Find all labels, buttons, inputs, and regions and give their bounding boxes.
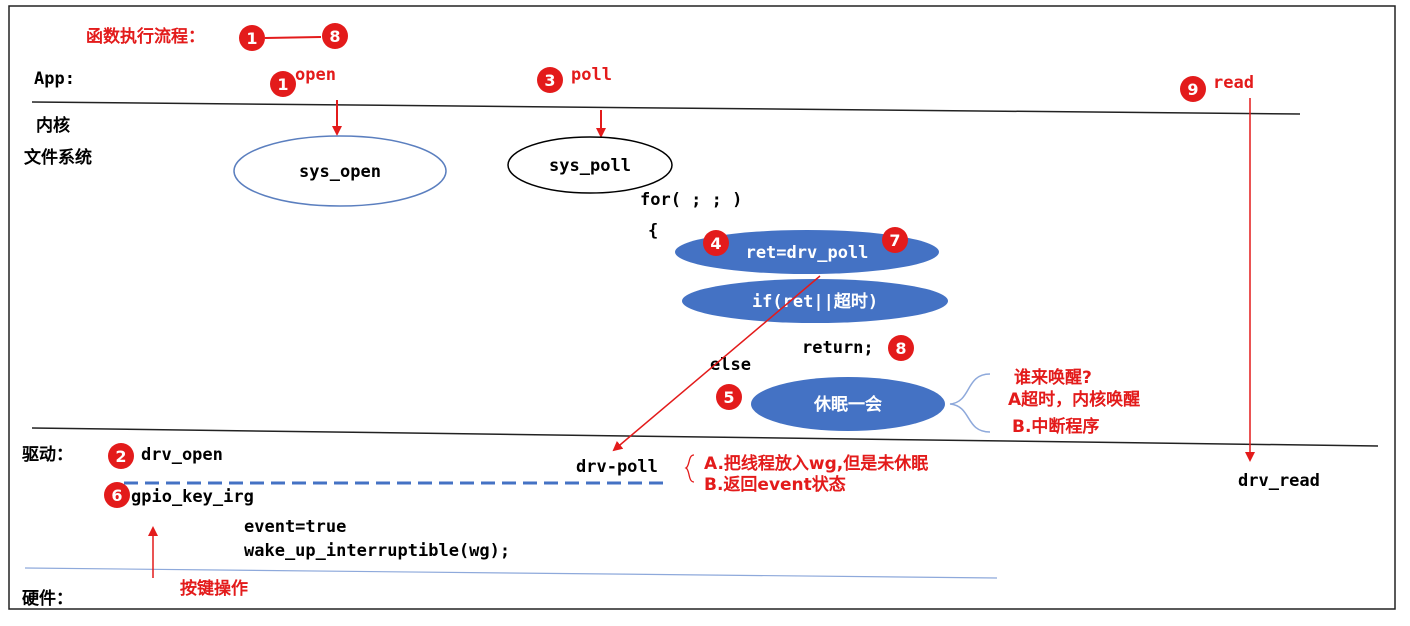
- step-badge-drv-poll-call: 4: [703, 230, 729, 256]
- step-badge-gpio: 6: [104, 482, 130, 508]
- step-badge-return: 8: [888, 335, 914, 361]
- flow-diagram: 函数执行流程： 1 8 App: 内核 文件系统 驱动： 硬件： 1 open …: [8, 5, 1396, 610]
- key-press-label: 按键操作: [180, 578, 248, 599]
- svg-text:8: 8: [329, 27, 340, 46]
- wake-note-brace: [949, 373, 991, 433]
- svg-text:8: 8: [895, 339, 906, 358]
- drv-poll-note-brace: [684, 454, 695, 483]
- svg-text:4: 4: [710, 234, 721, 253]
- svg-text:3: 3: [544, 71, 555, 90]
- loop-brace: {: [648, 221, 658, 241]
- step-badge-poll: 3: [537, 67, 563, 93]
- drv-poll-note-b: B.返回event状态: [704, 474, 846, 495]
- svg-text:9: 9: [1187, 80, 1198, 99]
- drv-read-label: drv_read: [1238, 471, 1320, 491]
- sys-poll-label: sys_poll: [549, 156, 631, 176]
- svg-text:1: 1: [277, 75, 288, 94]
- wake-note-title: 谁来唤醒?: [1014, 367, 1092, 388]
- kernel-driver-divider: [31, 427, 1379, 447]
- wake-note-b: B.中断程序: [1012, 416, 1099, 437]
- wake-note-a: A超时，内核唤醒: [1008, 389, 1140, 410]
- app-read-label: read: [1213, 73, 1254, 93]
- svg-text:1: 1: [246, 29, 257, 48]
- step-badge-sleep: 5: [716, 384, 742, 410]
- if-condition-label: if(ret||超时): [752, 291, 878, 312]
- step-badge-open: 1: [270, 71, 296, 97]
- diagram-canvas: 函数执行流程： 1 8 App: 内核 文件系统 驱动： 硬件： 1 open …: [0, 0, 1410, 621]
- drv-poll-call-label: ret=drv_poll: [746, 243, 869, 263]
- layer-app-label: App:: [34, 69, 75, 89]
- step-badge-drv-open: 2: [108, 443, 134, 469]
- step-badge-drv-poll-return: 7: [882, 227, 908, 253]
- legend-label: 函数执行流程：: [86, 26, 205, 47]
- legend-badge-to: 8: [322, 23, 348, 49]
- app-poll-label: poll: [571, 65, 612, 85]
- drv-poll-note-a: A.把线程放入wg,但是未休眠: [704, 453, 928, 474]
- legend-connector: [264, 36, 322, 39]
- sys-open-label: sys_open: [299, 162, 381, 182]
- svg-text:6: 6: [111, 486, 122, 505]
- layer-kernel-label: 内核: [36, 115, 70, 136]
- layer-driver-label: 驱动：: [22, 445, 73, 465]
- wake-up-label: wake_up_interruptible(wg);: [244, 541, 510, 561]
- svg-text:7: 7: [889, 231, 900, 250]
- drv-poll-label: drv-poll: [576, 457, 658, 477]
- svg-text:5: 5: [723, 388, 734, 407]
- for-loop-text: for( ; ; ): [640, 190, 742, 210]
- driver-hardware-divider: [24, 567, 998, 579]
- legend-badge-from: 1: [239, 25, 265, 51]
- app-open-label: open: [295, 65, 336, 85]
- layer-fs-label: 文件系统: [24, 147, 92, 168]
- return-label: return;: [802, 338, 874, 358]
- sleep-label: 休眠一会: [813, 394, 882, 415]
- layer-hardware-label: 硬件：: [22, 588, 73, 609]
- gpio-key-irg-label: gpio_key_irg: [131, 487, 254, 507]
- drv-open-label: drv_open: [141, 445, 223, 465]
- event-true-label: event=true: [244, 517, 346, 537]
- step-badge-read: 9: [1180, 76, 1206, 102]
- app-kernel-divider: [31, 101, 1301, 115]
- svg-text:2: 2: [115, 447, 126, 466]
- else-label: else: [710, 355, 751, 375]
